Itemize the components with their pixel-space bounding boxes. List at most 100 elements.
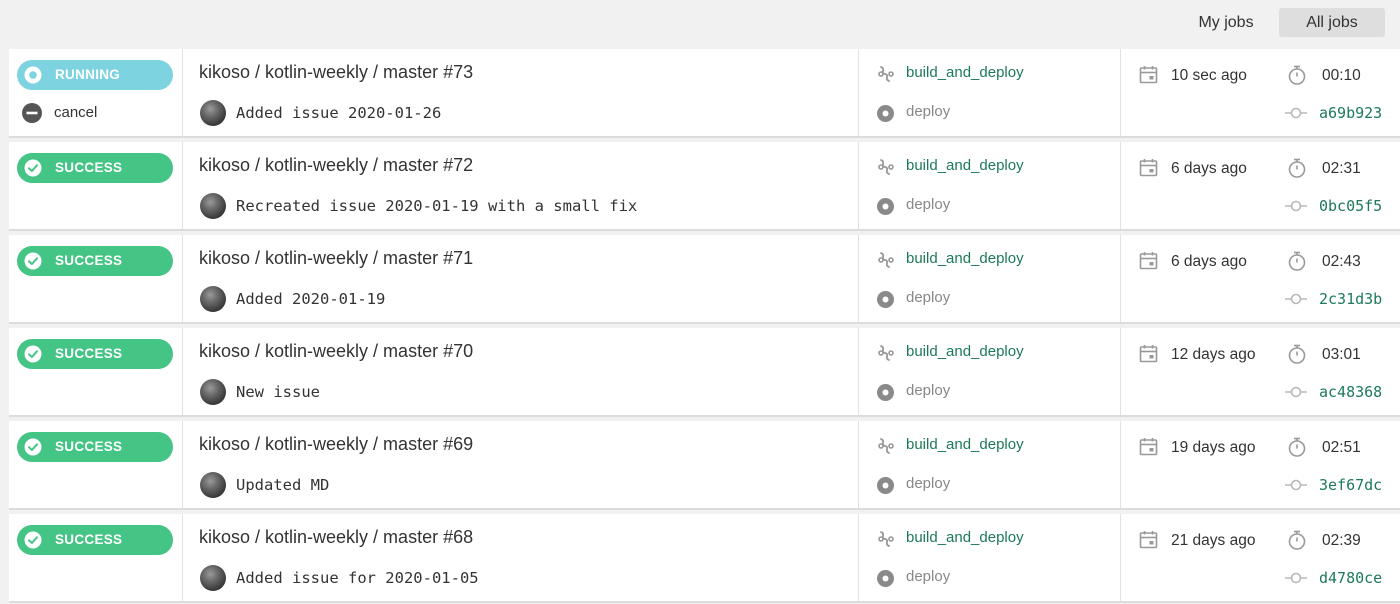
job-dot-icon — [877, 291, 894, 308]
meta-cell: 6 days ago 02:31 0bc05f5 — [1120, 142, 1400, 229]
commit-hash-link[interactable]: ac48368 — [1319, 383, 1382, 401]
duration: 03:01 — [1322, 346, 1361, 363]
workflow-icon — [878, 252, 894, 268]
meta-cell: 10 sec ago 00:10 a69b923 — [1120, 49, 1400, 136]
job-title-link[interactable]: kikoso / kotlin-weekly / master #69 — [199, 434, 473, 455]
workflow-cell: build_and_deploy deploy — [858, 514, 1121, 601]
status-cell: SUCCESS — [9, 235, 181, 322]
stopwatch-icon — [1288, 530, 1306, 550]
workflow-icon — [878, 531, 894, 547]
status-label: RUNNING — [55, 67, 121, 82]
time-ago: 21 days ago — [1171, 532, 1256, 549]
status-label: SUCCESS — [55, 253, 123, 268]
job-dot-icon — [877, 477, 894, 494]
job-row[interactable]: SUCCESS kikoso / kotlin-weekly / master … — [9, 328, 1400, 417]
workflow-link[interactable]: build_and_deploy — [906, 157, 1024, 174]
minus-circle-icon — [22, 103, 42, 123]
status-badge[interactable]: SUCCESS — [17, 339, 173, 369]
job-name: deploy — [906, 103, 951, 120]
job-dot-icon — [877, 105, 894, 122]
status-badge[interactable]: RUNNING — [17, 60, 173, 90]
commit-message: Added issue 2020-01-26 — [236, 104, 442, 122]
meta-cell: 19 days ago 02:51 3ef67dc — [1120, 421, 1400, 508]
job-row[interactable]: RUNNING cancel kikoso / kotlin-weekly / … — [9, 49, 1400, 138]
workflow-link[interactable]: build_and_deploy — [906, 436, 1024, 453]
workflow-icon — [878, 66, 894, 82]
status-badge[interactable]: SUCCESS — [17, 246, 173, 276]
job-name: deploy — [906, 382, 951, 399]
workflow-link[interactable]: build_and_deploy — [906, 343, 1024, 360]
workflow-cell: build_and_deploy deploy — [858, 421, 1121, 508]
commit-hash-link[interactable]: 2c31d3b — [1319, 290, 1382, 308]
workflow-cell: build_and_deploy deploy — [858, 328, 1121, 415]
status-cell: SUCCESS — [9, 421, 181, 508]
job-dot-icon — [877, 570, 894, 587]
time-ago: 12 days ago — [1171, 346, 1256, 363]
status-cell: SUCCESS — [9, 142, 181, 229]
status-label: SUCCESS — [55, 160, 123, 175]
job-info-cell: kikoso / kotlin-weekly / master #69 Upda… — [182, 421, 859, 508]
commit-icon — [1285, 386, 1307, 398]
workflow-link[interactable]: build_and_deploy — [906, 250, 1024, 267]
status-badge[interactable]: SUCCESS — [17, 153, 173, 183]
job-title-link[interactable]: kikoso / kotlin-weekly / master #73 — [199, 62, 473, 83]
job-row[interactable]: SUCCESS kikoso / kotlin-weekly / master … — [9, 142, 1400, 231]
tab-all-jobs[interactable]: All jobs — [1279, 8, 1385, 37]
commit-hash-link[interactable]: a69b923 — [1319, 104, 1382, 122]
job-dot-icon — [877, 384, 894, 401]
job-info-cell: kikoso / kotlin-weekly / master #72 Recr… — [182, 142, 859, 229]
workflow-cell: build_and_deploy deploy — [858, 49, 1121, 136]
job-info-cell: kikoso / kotlin-weekly / master #71 Adde… — [182, 235, 859, 322]
workflow-cell: build_and_deploy deploy — [858, 142, 1121, 229]
status-cell: SUCCESS — [9, 328, 181, 415]
status-label: SUCCESS — [55, 439, 123, 454]
job-info-cell: kikoso / kotlin-weekly / master #73 Adde… — [182, 49, 859, 136]
job-title-link[interactable]: kikoso / kotlin-weekly / master #71 — [199, 248, 473, 269]
time-ago: 6 days ago — [1171, 253, 1247, 270]
running-icon — [24, 66, 42, 84]
time-ago: 6 days ago — [1171, 160, 1247, 177]
job-row[interactable]: SUCCESS kikoso / kotlin-weekly / master … — [9, 235, 1400, 324]
job-name: deploy — [906, 475, 951, 492]
check-circle-icon — [24, 438, 42, 456]
calendar-icon — [1139, 159, 1158, 177]
check-circle-icon — [24, 345, 42, 363]
stopwatch-icon — [1288, 251, 1306, 271]
status-cell: RUNNING cancel — [9, 49, 181, 136]
commit-message: Added issue for 2020-01-05 — [236, 569, 479, 587]
duration: 02:39 — [1322, 532, 1361, 549]
job-row[interactable]: SUCCESS kikoso / kotlin-weekly / master … — [9, 421, 1400, 510]
workflow-cell: build_and_deploy deploy — [858, 235, 1121, 322]
calendar-icon — [1139, 531, 1158, 549]
workflow-link[interactable]: build_and_deploy — [906, 64, 1024, 81]
job-title-link[interactable]: kikoso / kotlin-weekly / master #70 — [199, 341, 473, 362]
commit-hash-link[interactable]: 3ef67dc — [1319, 476, 1382, 494]
time-ago: 10 sec ago — [1171, 67, 1247, 84]
commit-hash-link[interactable]: 0bc05f5 — [1319, 197, 1382, 215]
avatar — [200, 100, 226, 126]
meta-cell: 12 days ago 03:01 ac48368 — [1120, 328, 1400, 415]
job-row[interactable]: SUCCESS kikoso / kotlin-weekly / master … — [9, 514, 1400, 603]
job-info-cell: kikoso / kotlin-weekly / master #70 New … — [182, 328, 859, 415]
job-title-link[interactable]: kikoso / kotlin-weekly / master #72 — [199, 155, 473, 176]
commit-message: Recreated issue 2020-01-19 with a small … — [236, 197, 638, 215]
commit-hash-link[interactable]: d4780ce — [1319, 569, 1382, 587]
commit-icon — [1285, 107, 1307, 119]
duration: 02:31 — [1322, 160, 1361, 177]
workflow-icon — [878, 345, 894, 361]
workflow-icon — [878, 159, 894, 175]
commit-icon — [1285, 200, 1307, 212]
status-badge[interactable]: SUCCESS — [17, 525, 173, 555]
workflow-link[interactable]: build_and_deploy — [906, 529, 1024, 546]
commit-message: Updated MD — [236, 476, 330, 494]
status-badge[interactable]: SUCCESS — [17, 432, 173, 462]
job-title-link[interactable]: kikoso / kotlin-weekly / master #68 — [199, 527, 473, 548]
commit-icon — [1285, 479, 1307, 491]
calendar-icon — [1139, 252, 1158, 270]
avatar — [200, 379, 226, 405]
tab-my-jobs[interactable]: My jobs — [1186, 8, 1266, 37]
meta-cell: 6 days ago 02:43 2c31d3b — [1120, 235, 1400, 322]
workflow-icon — [878, 438, 894, 454]
calendar-icon — [1139, 345, 1158, 363]
status-label: SUCCESS — [55, 532, 123, 547]
